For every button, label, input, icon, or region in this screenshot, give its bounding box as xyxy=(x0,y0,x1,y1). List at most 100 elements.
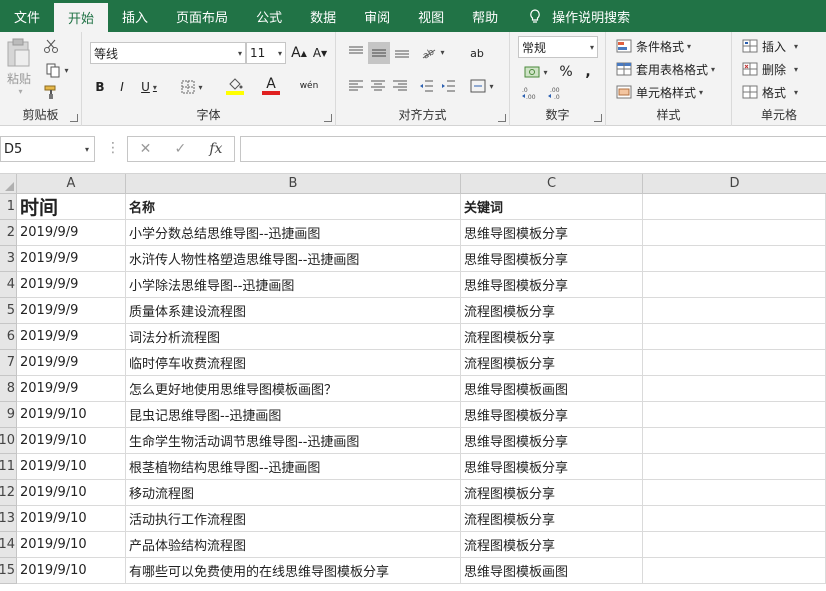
tab-home[interactable]: 开始 xyxy=(54,3,109,32)
cell-b[interactable]: 根茎植物结构思维导图--迅捷画图 xyxy=(126,454,461,480)
row-header[interactable]: 5 xyxy=(0,298,17,324)
cell-b[interactable]: 有哪些可以免费使用的在线思维导图模板分享 xyxy=(126,558,461,584)
cell-a[interactable]: 2019/9/9 xyxy=(17,220,126,246)
row-header[interactable]: 14 xyxy=(0,532,17,558)
align-bottom-button[interactable] xyxy=(392,42,412,62)
align-center-button[interactable] xyxy=(368,76,388,96)
cell-b[interactable]: 小学分数总结思维导图--迅捷画图 xyxy=(126,220,461,246)
cell-b[interactable]: 移动流程图 xyxy=(126,480,461,506)
cell-d[interactable] xyxy=(643,298,826,324)
tab-view[interactable]: 视图 xyxy=(404,0,458,32)
cell-d[interactable] xyxy=(643,402,826,428)
cell-c[interactable]: 流程图模板分享 xyxy=(461,532,643,558)
name-box[interactable]: D5 ▾ xyxy=(0,136,95,162)
cell-b[interactable]: 产品体验结构流程图 xyxy=(126,532,461,558)
cell-d[interactable] xyxy=(643,246,826,272)
cell-b[interactable]: 活动执行工作流程图 xyxy=(126,506,461,532)
number-format-select[interactable]: 常规 ▾ xyxy=(518,36,598,58)
select-all-button[interactable] xyxy=(0,174,17,194)
tab-formulas[interactable]: 公式 xyxy=(242,0,296,32)
tell-me-search[interactable]: 操作说明搜索 xyxy=(512,0,630,32)
tab-review[interactable]: 审阅 xyxy=(350,0,404,32)
orientation-button[interactable]: ab ▾ xyxy=(418,42,448,62)
cell-a[interactable]: 2019/9/9 xyxy=(17,246,126,272)
cell-styles-button[interactable]: 单元格样式 ▾ xyxy=(616,82,726,102)
cell-a[interactable]: 2019/9/10 xyxy=(17,506,126,532)
cell-c[interactable]: 流程图模板分享 xyxy=(461,298,643,324)
cell-c[interactable]: 思维导图模板分享 xyxy=(461,428,643,454)
cell-c[interactable]: 思维导图模板画图 xyxy=(461,558,643,584)
tab-file[interactable]: 文件 xyxy=(0,0,54,32)
cell-c[interactable]: 关键词 xyxy=(461,194,643,220)
cell-c[interactable]: 流程图模板分享 xyxy=(461,324,643,350)
cell-b[interactable]: 水浒传人物性格塑造思维导图--迅捷画图 xyxy=(126,246,461,272)
cell-a[interactable]: 2019/9/10 xyxy=(17,480,126,506)
cell-d[interactable] xyxy=(643,454,826,480)
borders-button[interactable]: ▾ xyxy=(176,76,208,98)
cell-c[interactable]: 思维导图模板分享 xyxy=(461,246,643,272)
row-header[interactable]: 8 xyxy=(0,376,17,402)
cell-b[interactable]: 临时停车收费流程图 xyxy=(126,350,461,376)
cancel-icon[interactable]: ✕ xyxy=(140,141,152,157)
cell-c[interactable]: 思维导图模板分享 xyxy=(461,272,643,298)
cell-a[interactable]: 2019/9/9 xyxy=(17,376,126,402)
comma-button[interactable]: , xyxy=(578,62,598,82)
format-painter-button[interactable] xyxy=(40,82,62,102)
cell-b[interactable]: 怎么更好地使用思维导图模板画图？ xyxy=(126,376,461,402)
column-header-b[interactable]: B xyxy=(126,174,461,194)
row-header[interactable]: 4 xyxy=(0,272,17,298)
conditional-formatting-button[interactable]: 条件格式 ▾ xyxy=(616,36,726,56)
cell-a[interactable]: 2019/9/9 xyxy=(17,324,126,350)
percent-button[interactable]: % xyxy=(556,62,576,82)
tab-insert[interactable]: 插入 xyxy=(108,0,162,32)
wrap-text-button[interactable]: ab xyxy=(466,42,488,64)
cell-a[interactable]: 2019/9/9 xyxy=(17,298,126,324)
cell-d[interactable] xyxy=(643,532,826,558)
merge-center-button[interactable]: ▾ xyxy=(466,76,498,96)
cell-d[interactable] xyxy=(643,376,826,402)
cell-d[interactable] xyxy=(643,506,826,532)
cell-c[interactable]: 流程图模板分享 xyxy=(461,506,643,532)
insert-function-icon[interactable]: fx xyxy=(209,141,222,157)
dialog-launcher-icon[interactable] xyxy=(70,114,78,122)
row-header[interactable]: 10 xyxy=(0,428,17,454)
cell-c[interactable]: 思维导图模板分享 xyxy=(461,402,643,428)
cell-b[interactable]: 名称 xyxy=(126,194,461,220)
row-header[interactable]: 3 xyxy=(0,246,17,272)
accounting-format-button[interactable]: ▾ xyxy=(520,62,552,82)
cell-d[interactable] xyxy=(643,428,826,454)
insert-cells-button[interactable]: 插入 ▾ xyxy=(742,36,806,56)
italic-button[interactable]: I xyxy=(112,76,132,98)
cell-b[interactable]: 生命学生物活动调节思维导图--迅捷画图 xyxy=(126,428,461,454)
increase-indent-button[interactable] xyxy=(438,76,458,96)
format-as-table-button[interactable]: 套用表格格式 ▾ xyxy=(616,59,730,79)
cell-a[interactable]: 2019/9/9 xyxy=(17,350,126,376)
row-header[interactable]: 6 xyxy=(0,324,17,350)
column-header-a[interactable]: A xyxy=(17,174,126,194)
row-header[interactable]: 7 xyxy=(0,350,17,376)
cell-a[interactable]: 时间 xyxy=(17,194,126,220)
decrease-indent-button[interactable] xyxy=(416,76,436,96)
decrease-decimal-button[interactable]: .00.0 xyxy=(546,84,568,102)
cell-a[interactable]: 2019/9/10 xyxy=(17,402,126,428)
fill-color-button[interactable] xyxy=(218,74,252,98)
tab-page-layout[interactable]: 页面布局 xyxy=(162,0,242,32)
cell-a[interactable]: 2019/9/10 xyxy=(17,454,126,480)
font-name-select[interactable]: 等线 ▾ xyxy=(90,42,246,64)
cell-d[interactable] xyxy=(643,480,826,506)
cell-a[interactable]: 2019/9/10 xyxy=(17,428,126,454)
delete-cells-button[interactable]: 删除 ▾ xyxy=(742,59,806,79)
formula-input[interactable] xyxy=(240,136,826,162)
align-right-button[interactable] xyxy=(390,76,410,96)
row-header[interactable]: 15 xyxy=(0,558,17,584)
tab-help[interactable]: 帮助 xyxy=(458,0,512,32)
cell-d[interactable] xyxy=(643,220,826,246)
cut-button[interactable] xyxy=(40,36,62,56)
cell-a[interactable]: 2019/9/9 xyxy=(17,272,126,298)
cell-b[interactable]: 小学除法思维导图--迅捷画图 xyxy=(126,272,461,298)
cell-c[interactable]: 流程图模板分享 xyxy=(461,350,643,376)
dialog-launcher-icon[interactable] xyxy=(324,114,332,122)
cell-d[interactable] xyxy=(643,194,826,220)
underline-button[interactable]: U ▾ xyxy=(134,76,164,98)
cell-d[interactable] xyxy=(643,350,826,376)
